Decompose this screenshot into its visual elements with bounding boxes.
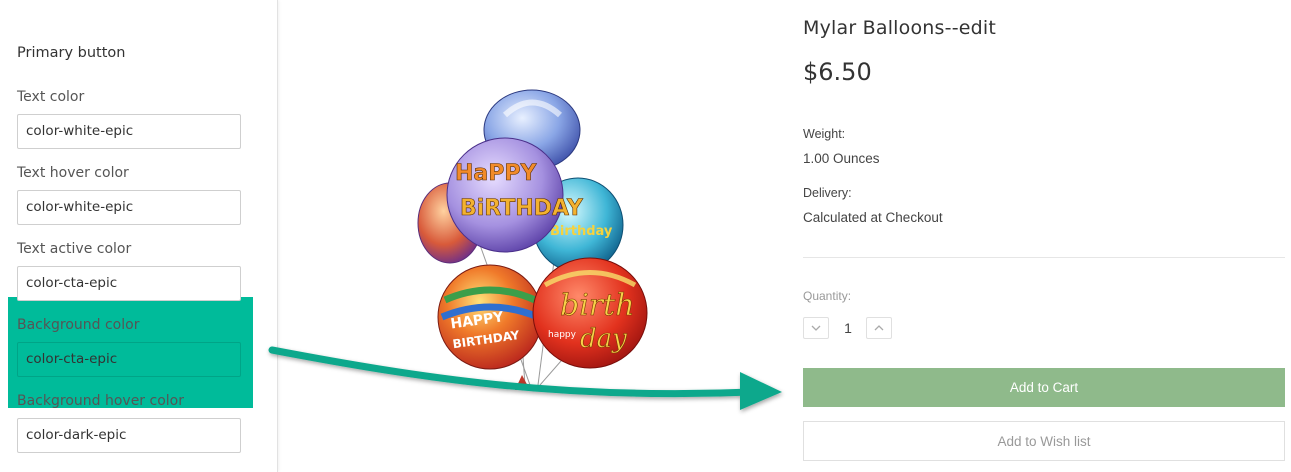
background-color-label: Background color — [17, 317, 140, 333]
weight-value: 1.00 Ounces — [803, 151, 880, 166]
delivery-label: Delivery: — [803, 186, 852, 200]
product-price: $6.50 — [803, 58, 872, 86]
background-color-input[interactable]: color-cta-epic — [17, 342, 241, 377]
add-to-cart-button[interactable]: Add to Cart — [803, 368, 1285, 407]
chevron-up-icon — [874, 325, 884, 331]
text-active-color-input[interactable]: color-cta-epic — [17, 266, 241, 301]
theme-settings-panel: Primary button Text color color-white-ep… — [0, 0, 278, 472]
quantity-value[interactable]: 1 — [839, 320, 857, 336]
add-to-wishlist-button[interactable]: Add to Wish list — [803, 421, 1285, 461]
text-color-input[interactable]: color-white-epic — [17, 114, 241, 149]
svg-text:Birthday: Birthday — [550, 224, 613, 239]
delivery-value: Calculated at Checkout — [803, 210, 943, 225]
text-color-label: Text color — [17, 89, 85, 105]
svg-text:birth: birth — [560, 288, 635, 323]
svg-text:happy: happy — [548, 330, 577, 340]
svg-text:HaPPY: HaPPY — [455, 161, 538, 186]
section-title: Primary button — [17, 45, 126, 61]
chevron-down-icon — [811, 325, 821, 331]
background-hover-color-label: Background hover color — [17, 393, 184, 409]
page: Primary button Text color color-white-ep… — [0, 0, 1291, 472]
product-title: Mylar Balloons--edit — [803, 17, 997, 39]
product-image: Birthday HaPPY BiRTHDAY HAPPY BIRTHDAY b… — [417, 89, 648, 390]
quantity-increment-button[interactable] — [866, 317, 892, 339]
svg-text:BiRTHDAY: BiRTHDAY — [460, 196, 584, 221]
details-divider — [803, 257, 1285, 258]
text-active-color-label: Text active color — [17, 241, 132, 257]
text-hover-color-label: Text hover color — [17, 165, 129, 181]
quantity-label: Quantity: — [803, 289, 852, 303]
background-hover-color-input[interactable]: color-dark-epic — [17, 418, 241, 453]
svg-text:day: day — [580, 324, 627, 354]
weight-label: Weight: — [803, 127, 846, 141]
quantity-decrement-button[interactable] — [803, 317, 829, 339]
text-hover-color-input[interactable]: color-white-epic — [17, 190, 241, 225]
